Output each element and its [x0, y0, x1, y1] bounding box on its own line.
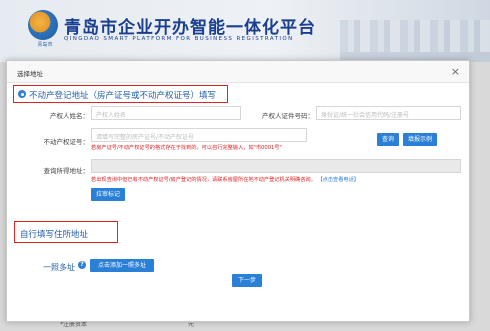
option-manual-address-label: 自行填写住所地址	[20, 230, 89, 240]
mark-button[interactable]: 拉审标记	[91, 188, 125, 201]
owner-name-input[interactable]: 产权人姓名	[91, 106, 241, 120]
help-icon[interactable]: ?	[78, 261, 86, 269]
option-property-registration-label: 不动产登记地址（房产证号或不动产权证号）填写	[29, 91, 217, 101]
logo-text: 青岛市	[37, 42, 53, 48]
address-result-field	[91, 159, 461, 173]
cert-no-hint: 若房产证号/不动产权证号的格式存在于找到的，可以自行完整输入，如"市0001号"	[91, 145, 282, 151]
address-hint-text: 若出现查询中但已有不动产权证号/房产登记的情况，请联系房屋所在地不动产登记机关明…	[91, 177, 316, 183]
address-result-label: 查询所得地址：	[43, 167, 90, 175]
logo-icon	[28, 10, 58, 40]
option-property-registration[interactable]: 不动产登记地址（房产证号或不动产权证号）填写	[13, 85, 228, 103]
radio-selected-icon[interactable]	[18, 90, 26, 98]
select-address-dialog: 选择地址 × 不动产登记地址（房产证号或不动产权证号）填写 产权人姓名： 产权人…	[6, 60, 470, 322]
close-icon[interactable]: ×	[451, 65, 460, 78]
platform-subtitle: QINGDAO SMART PLATFORM FOR BUSINESS REGI…	[64, 36, 294, 42]
owner-id-input[interactable]: 身份证/统一社会信用代码/注册号	[316, 106, 461, 120]
platform-title: 青岛市企业开办智能一体化平台	[64, 18, 316, 38]
add-multi-address-button[interactable]: 点击添加一照多址	[90, 259, 154, 272]
view-phone-link[interactable]: 【点击查看电话】	[317, 177, 359, 183]
cert-no-input[interactable]: 请填写完整的房产证号/不动产权证号	[91, 128, 307, 142]
dialog-title: 选择地址	[17, 70, 43, 78]
owner-name-label: 产权人姓名：	[50, 112, 89, 120]
page-header: 青岛市 青岛市企业开办智能一体化平台 QINGDAO SMART PLATFOR…	[0, 0, 490, 62]
cert-no-label: 不动产权证号：	[43, 138, 90, 146]
example-button[interactable]: 填报示例	[403, 133, 437, 146]
next-step-button[interactable]: 下一步	[232, 274, 262, 287]
owner-id-label: 产权人证件号码：	[262, 112, 314, 120]
address-hint: 若出现查询中但已有不动产权证号/房产登记的情况，请联系房屋所在地不动产登记机关明…	[91, 176, 359, 183]
dialog-header: 选择地址 ×	[7, 61, 469, 83]
city-skyline-image	[340, 20, 490, 62]
option-manual-address[interactable]: 自行填写住所地址	[14, 221, 118, 243]
multi-address-label: 一照多址	[43, 263, 75, 272]
query-button[interactable]: 查询	[377, 133, 399, 146]
